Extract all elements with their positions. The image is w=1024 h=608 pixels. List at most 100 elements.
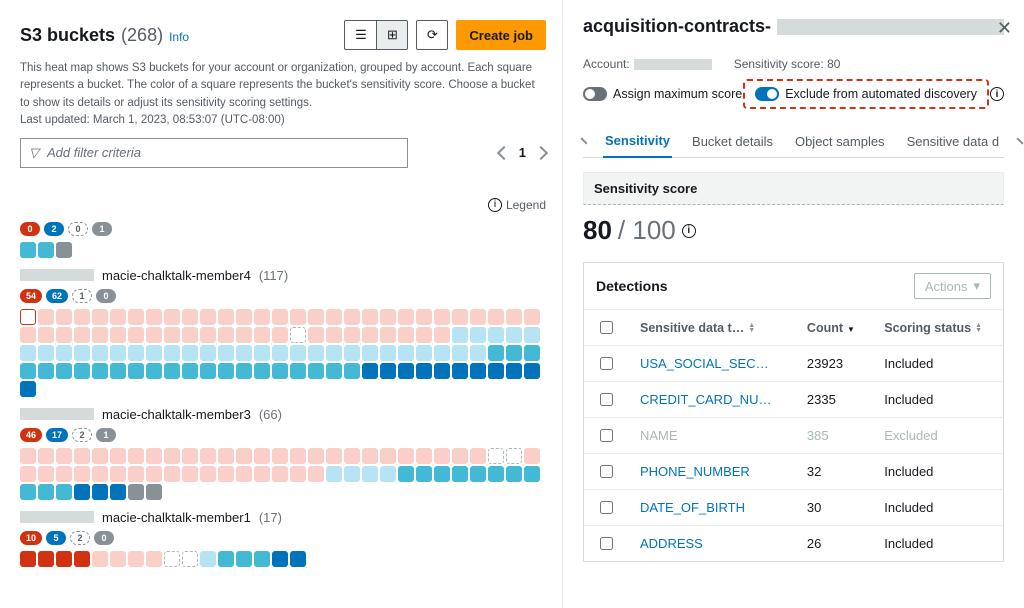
- bucket-cell[interactable]: [398, 466, 414, 482]
- bucket-cell[interactable]: [218, 551, 234, 567]
- bucket-cell[interactable]: [254, 466, 270, 482]
- bucket-cell[interactable]: [488, 327, 504, 343]
- bucket-cell[interactable]: [488, 448, 504, 464]
- bucket-cell[interactable]: [182, 551, 198, 567]
- bucket-cell[interactable]: [272, 309, 288, 325]
- bucket-cell[interactable]: [326, 363, 342, 379]
- bucket-cell[interactable]: [56, 466, 72, 482]
- bucket-cell[interactable]: [164, 448, 180, 464]
- bucket-cell[interactable]: [56, 551, 72, 567]
- bucket-cell[interactable]: [506, 466, 522, 482]
- bucket-cell[interactable]: [272, 466, 288, 482]
- bucket-cell[interactable]: [56, 309, 72, 325]
- tabs-scroll-right[interactable]: [1017, 137, 1024, 144]
- bucket-cell[interactable]: [20, 466, 36, 482]
- bucket-cell[interactable]: [146, 309, 162, 325]
- bucket-cell[interactable]: [92, 309, 108, 325]
- bucket-cell[interactable]: [416, 345, 432, 361]
- bucket-cell[interactable]: [92, 448, 108, 464]
- bucket-cell[interactable]: [128, 484, 144, 500]
- bucket-cell[interactable]: [254, 345, 270, 361]
- view-toggle[interactable]: ☰ ⊞: [344, 20, 408, 50]
- bucket-cell[interactable]: [254, 363, 270, 379]
- bucket-cell[interactable]: [164, 309, 180, 325]
- bucket-cell[interactable]: [110, 466, 126, 482]
- bucket-cell[interactable]: [164, 551, 180, 567]
- select-all-checkbox[interactable]: [600, 321, 613, 334]
- legend-link[interactable]: Legend: [506, 198, 546, 212]
- detection-type[interactable]: USA_SOCIAL_SEC…: [628, 346, 795, 382]
- bucket-cell[interactable]: [308, 466, 324, 482]
- bucket-cell[interactable]: [128, 448, 144, 464]
- bucket-cell[interactable]: [434, 448, 450, 464]
- row-checkbox[interactable]: [600, 429, 613, 442]
- bucket-cell[interactable]: [92, 466, 108, 482]
- bucket-cell[interactable]: [308, 345, 324, 361]
- bucket-cell[interactable]: [470, 345, 486, 361]
- bucket-cell[interactable]: [38, 309, 54, 325]
- bucket-cell[interactable]: [470, 309, 486, 325]
- bucket-cell[interactable]: [506, 448, 522, 464]
- tab-object-samples[interactable]: Object samples: [793, 126, 887, 157]
- bucket-cell[interactable]: [380, 327, 396, 343]
- bucket-cell[interactable]: [146, 363, 162, 379]
- bucket-cell[interactable]: [308, 363, 324, 379]
- bucket-cell[interactable]: [20, 345, 36, 361]
- bucket-cell[interactable]: [218, 466, 234, 482]
- bucket-cell[interactable]: [398, 363, 414, 379]
- bucket-cell[interactable]: [380, 363, 396, 379]
- bucket-cell[interactable]: [416, 363, 432, 379]
- bucket-cell[interactable]: [74, 448, 90, 464]
- bucket-cell[interactable]: [272, 327, 288, 343]
- bucket-cell[interactable]: [506, 309, 522, 325]
- row-checkbox[interactable]: [600, 537, 613, 550]
- bucket-cell[interactable]: [56, 327, 72, 343]
- bucket-cell[interactable]: [92, 327, 108, 343]
- bucket-cell[interactable]: [110, 484, 126, 500]
- bucket-cell[interactable]: [74, 363, 90, 379]
- bucket-cell[interactable]: [344, 327, 360, 343]
- bucket-cell[interactable]: [362, 345, 378, 361]
- bucket-cell[interactable]: [38, 345, 54, 361]
- bucket-cell[interactable]: [434, 466, 450, 482]
- bucket-cell[interactable]: [38, 242, 54, 258]
- bucket-cell[interactable]: [272, 448, 288, 464]
- bucket-cell[interactable]: [110, 551, 126, 567]
- bucket-cell[interactable]: [164, 466, 180, 482]
- bucket-cell[interactable]: [110, 363, 126, 379]
- bucket-cell[interactable]: [38, 484, 54, 500]
- bucket-cell[interactable]: [74, 327, 90, 343]
- bucket-cell[interactable]: [524, 363, 540, 379]
- bucket-cell[interactable]: [20, 484, 36, 500]
- bucket-cell[interactable]: [506, 327, 522, 343]
- bucket-cell[interactable]: [470, 363, 486, 379]
- bucket-cell[interactable]: [524, 448, 540, 464]
- bucket-cell[interactable]: [182, 466, 198, 482]
- bucket-cell[interactable]: [236, 345, 252, 361]
- bucket-cell[interactable]: [398, 327, 414, 343]
- bucket-cell[interactable]: [20, 309, 36, 325]
- bucket-cell[interactable]: [218, 309, 234, 325]
- bucket-cell[interactable]: [146, 448, 162, 464]
- bucket-cell[interactable]: [110, 309, 126, 325]
- bucket-cell[interactable]: [344, 309, 360, 325]
- bucket-cell[interactable]: [20, 448, 36, 464]
- bucket-cell[interactable]: [128, 309, 144, 325]
- bucket-cell[interactable]: [146, 551, 162, 567]
- bucket-cell[interactable]: [488, 363, 504, 379]
- bucket-cell[interactable]: [20, 381, 36, 397]
- bucket-cell[interactable]: [452, 466, 468, 482]
- bucket-cell[interactable]: [128, 345, 144, 361]
- bucket-cell[interactable]: [182, 448, 198, 464]
- bucket-cell[interactable]: [326, 345, 342, 361]
- bucket-cell[interactable]: [38, 327, 54, 343]
- bucket-cell[interactable]: [56, 345, 72, 361]
- bucket-cell[interactable]: [470, 448, 486, 464]
- bucket-cell[interactable]: [308, 448, 324, 464]
- bucket-cell[interactable]: [92, 484, 108, 500]
- bucket-cell[interactable]: [326, 309, 342, 325]
- info-link[interactable]: Info: [169, 30, 189, 44]
- bucket-cell[interactable]: [380, 309, 396, 325]
- detection-type[interactable]: CREDIT_CARD_NU…: [628, 382, 795, 418]
- bucket-cell[interactable]: [272, 551, 288, 567]
